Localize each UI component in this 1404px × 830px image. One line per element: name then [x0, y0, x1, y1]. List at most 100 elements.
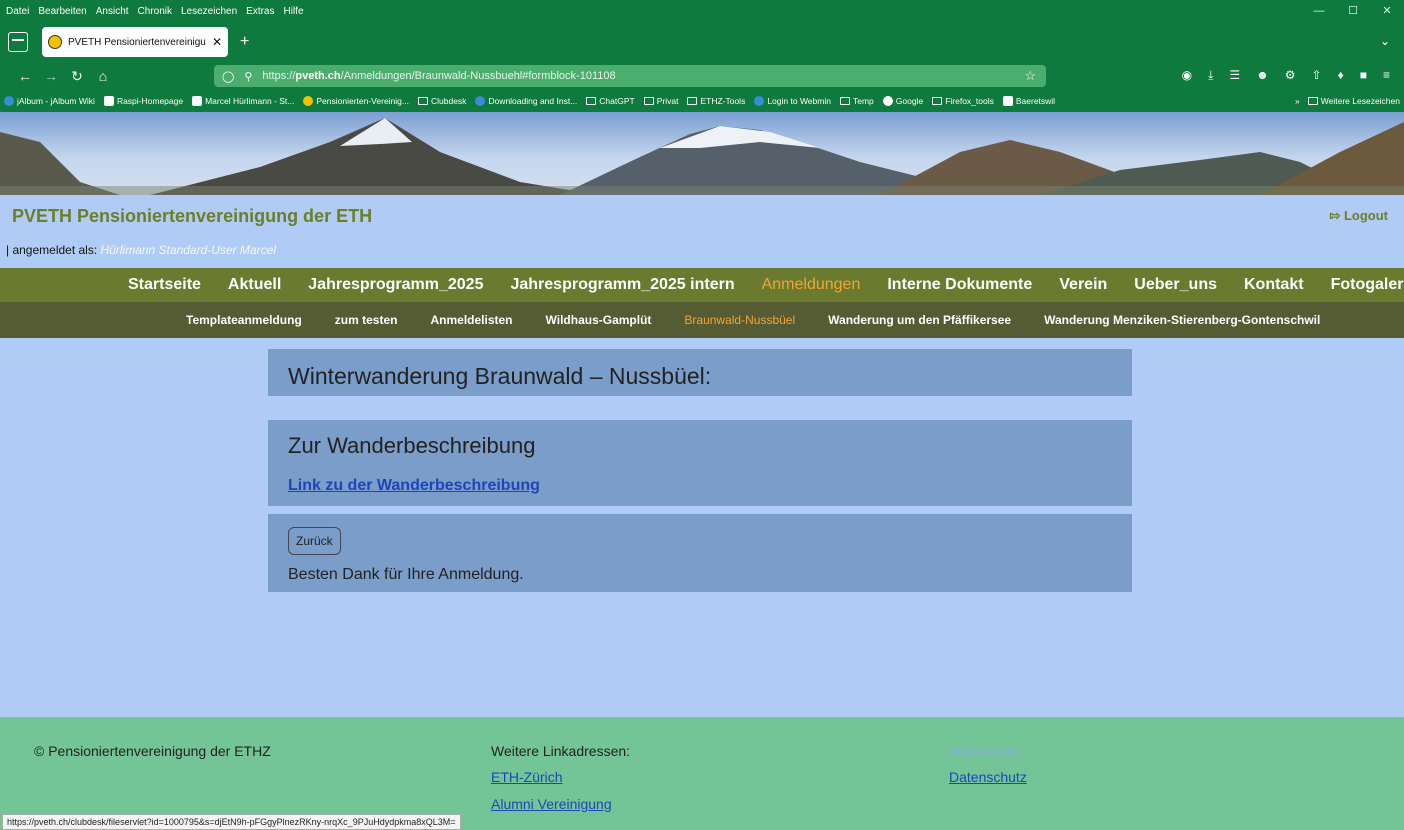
folder-icon	[1307, 97, 1318, 105]
bookmark-item[interactable]: jAlbum - jAlbum Wiki	[4, 96, 95, 106]
folder-icon	[643, 97, 654, 105]
addon-icon[interactable]: ♦	[1338, 68, 1344, 83]
bookmark-item[interactable]: Pensionierten-Vereinig...	[303, 96, 409, 106]
bookmark-folder[interactable]: Temp	[839, 96, 874, 106]
logout-icon: ⇰	[1329, 208, 1341, 223]
footer-link-eth[interactable]: ETH-Zürich	[491, 769, 563, 785]
nav-toolbar: ← → ↻ ⌂ ◯ ⚲ https://pveth.ch/Anmeldungen…	[0, 62, 1404, 90]
bookmark-folder[interactable]: Weitere Lesezeichen	[1307, 96, 1400, 106]
maximize-icon[interactable]: ☐	[1336, 0, 1370, 22]
menu-lesezeichen[interactable]: Lesezeichen	[181, 6, 237, 17]
url-path: /Anmeldungen/Braunwald-Nussbuehl#formblo…	[340, 70, 616, 82]
chevron-right-icon[interactable]: »	[1295, 96, 1300, 106]
nav-item-fotogalerie[interactable]: Fotogalerie	[1331, 276, 1404, 294]
browser-menubar: Datei Bearbeiten Ansicht Chronik Lesezei…	[0, 0, 1404, 22]
forward-arrow-icon[interactable]: →	[38, 68, 64, 84]
close-tab-icon[interactable]: ✕	[212, 35, 222, 49]
site-favicon-icon	[303, 96, 314, 106]
menu-extras[interactable]: Extras	[246, 6, 274, 17]
tab-list-icon[interactable]	[8, 32, 28, 52]
thanks-message: Besten Dank für Ihre Anmeldung.	[288, 566, 524, 583]
nav-item-interne-dokumente[interactable]: Interne Dokumente	[887, 276, 1032, 294]
menu-ansicht[interactable]: Ansicht	[96, 6, 129, 17]
bookmark-item[interactable]: Raspi-Homepage	[103, 96, 183, 106]
confirmation-panel: Zurück Besten Dank für Ihre Anmeldung.	[268, 514, 1132, 592]
bookmark-item[interactable]: Downloading and Inst...	[475, 96, 577, 106]
main-navigation: Startseite Aktuell Jahresprogramm_2025 J…	[0, 268, 1404, 302]
lock-icon[interactable]: ⚲	[244, 70, 252, 83]
menu-bearbeiten[interactable]: Bearbeiten	[38, 6, 86, 17]
back-arrow-icon[interactable]: ←	[12, 68, 38, 84]
subnav-item-menziken[interactable]: Wanderung Menziken-Stierenberg-Gontensch…	[1044, 313, 1320, 327]
url-domain: pveth.ch	[295, 70, 341, 82]
home-icon[interactable]: ⌂	[90, 68, 116, 84]
login-user: Hürlimann Standard-User Marcel	[100, 243, 276, 257]
bookmark-folder[interactable]: Privat	[643, 96, 678, 106]
menu-chronik[interactable]: Chronik	[138, 6, 172, 17]
folder-icon	[687, 97, 698, 105]
heading-panel: Winterwanderung Braunwald – Nussbüel:	[268, 349, 1132, 396]
subnav-item-pfaeffikersee[interactable]: Wanderung um den Pfäffikersee	[828, 313, 1011, 327]
footer-link-datenschutz[interactable]: Datenschutz	[949, 769, 1027, 785]
bookmarks-bar: jAlbum - jAlbum Wiki Raspi-Homepage Marc…	[0, 90, 1404, 112]
description-link[interactable]: Link zu der Wanderbeschreibung	[288, 477, 1132, 495]
bookmark-item[interactable]: Baeretswil	[1002, 96, 1055, 106]
page-icon	[103, 96, 114, 106]
bookmark-item[interactable]: Marcel Hürlimann - St...	[192, 96, 294, 106]
status-bar-url: https://pveth.ch/clubdesk/fileservlet?id…	[2, 814, 461, 830]
minimize-icon[interactable]: —	[1302, 0, 1336, 22]
nav-item-verein[interactable]: Verein	[1059, 276, 1107, 294]
menu-datei[interactable]: Datei	[6, 6, 29, 17]
nav-item-jahresprogramm-intern[interactable]: Jahresprogramm_2025 intern	[510, 276, 734, 294]
bookmark-star-icon[interactable]: ☆	[1024, 68, 1036, 84]
footer-copyright: © Pensioniertenvereinigung der ETHZ	[34, 743, 271, 759]
subnav-item-zum-testen[interactable]: zum testen	[335, 313, 398, 327]
hamburger-menu-icon[interactable]: ≡	[1383, 68, 1390, 83]
nav-item-ueber-uns[interactable]: Ueber_uns	[1134, 276, 1217, 294]
library-icon[interactable]: ☰	[1229, 68, 1240, 83]
subnav-item-braunwald[interactable]: Braunwald-Nussbüel	[684, 313, 795, 327]
back-button[interactable]: Zurück	[288, 527, 341, 555]
bookmark-item[interactable]: Login to Webmin	[754, 96, 831, 106]
bookmark-folder[interactable]: ETHZ-Tools	[687, 96, 745, 106]
site-favicon-icon	[48, 35, 62, 49]
description-panel: Zur Wanderbeschreibung Link zu der Wande…	[268, 420, 1132, 506]
save-icon[interactable]: ■	[1360, 68, 1367, 83]
bookmark-folder[interactable]: ChatGPT	[586, 96, 635, 106]
bookmark-folder[interactable]: Firefox_tools	[932, 96, 994, 106]
footer-link-alumni[interactable]: Alumni Vereinigung	[491, 796, 612, 812]
new-tab-icon[interactable]: +	[240, 33, 249, 51]
reload-icon[interactable]: ↻	[64, 68, 90, 85]
nav-item-startseite[interactable]: Startseite	[128, 276, 201, 294]
login-status: | angemeldet als: Hürlimann Standard-Use…	[6, 243, 276, 257]
nav-item-anmeldungen[interactable]: Anmeldungen	[762, 276, 861, 294]
nav-item-kontakt[interactable]: Kontakt	[1244, 276, 1304, 294]
subnav-item-wildhaus[interactable]: Wildhaus-Gamplüt	[546, 313, 652, 327]
footer-link-impressum[interactable]: Impressum	[949, 743, 1018, 759]
page-icon	[192, 96, 203, 106]
menu-hilfe[interactable]: Hilfe	[284, 6, 304, 17]
window-controls: — ☐ ✕	[1302, 0, 1404, 22]
nav-item-jahresprogramm[interactable]: Jahresprogramm_2025	[308, 276, 483, 294]
logout-link[interactable]: ⇰ Logout	[1329, 208, 1388, 224]
bookmark-folder[interactable]: Clubdesk	[418, 96, 466, 106]
folder-icon	[586, 97, 597, 105]
subnav-item-templateanmeldung[interactable]: Templateanmeldung	[186, 313, 302, 327]
pocket-icon[interactable]: ◉	[1182, 68, 1192, 83]
globe-icon	[4, 96, 14, 106]
url-bar[interactable]: ◯ ⚲ https://pveth.ch/Anmeldungen/Braunwa…	[214, 65, 1046, 87]
browser-tab[interactable]: PVETH Pensioniertenvereinigun ✕	[42, 27, 228, 57]
tab-title: PVETH Pensioniertenvereinigun	[68, 36, 206, 48]
download-icon[interactable]: ⤓	[1208, 68, 1213, 83]
nav-item-aktuell[interactable]: Aktuell	[228, 276, 281, 294]
subnav-item-anmeldelisten[interactable]: Anmeldelisten	[430, 313, 512, 327]
globe-icon	[754, 96, 765, 106]
close-window-icon[interactable]: ✕	[1370, 0, 1404, 22]
account-icon[interactable]: ☻	[1256, 68, 1269, 83]
chevron-down-icon[interactable]: ⌄	[1380, 34, 1390, 48]
share-icon[interactable]: ⇧	[1312, 68, 1322, 83]
mountain-banner	[0, 112, 1404, 195]
extension-icon[interactable]: ⚙	[1285, 68, 1296, 83]
bookmark-item[interactable]: Google	[882, 96, 923, 106]
shield-icon[interactable]: ◯	[222, 70, 234, 83]
